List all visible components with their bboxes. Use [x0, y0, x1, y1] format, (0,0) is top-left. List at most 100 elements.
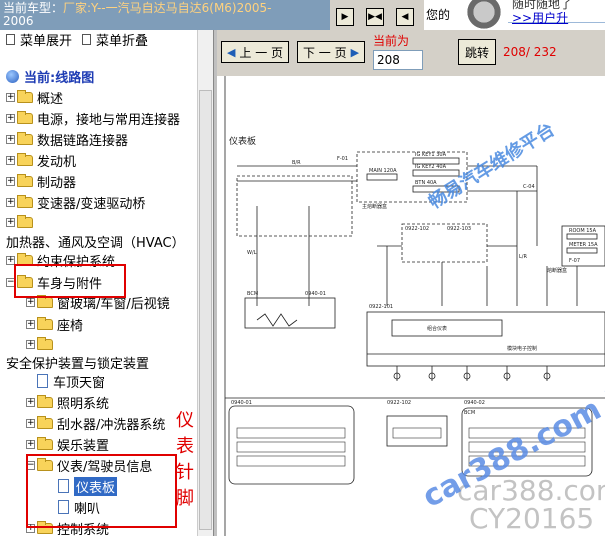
highlight-box-body: [14, 264, 126, 298]
expand-icon[interactable]: +: [26, 439, 35, 449]
document-icon: [37, 374, 48, 388]
tree-item[interactable]: + 变速器/变速驱动桥: [6, 193, 146, 212]
title-prefix: 当前车型：: [3, 1, 64, 15]
prev-arrow-button[interactable]: ◀: [396, 8, 414, 26]
tree-item[interactable]: + 发动机: [6, 151, 77, 170]
label: C-04: [523, 184, 535, 190]
title-model: 厂家:Y--一汽马自达马自达6(M6)2005-: [63, 1, 272, 15]
current-page-input[interactable]: [373, 50, 423, 70]
top-header: 当前车型：厂家:Y--一汽马自达马自达6(M6)2005- 2006 ▶ ▶◀ …: [0, 0, 605, 30]
expand-icon[interactable]: +: [6, 113, 15, 123]
current-page-label: 当前为: [373, 34, 410, 48]
vehicle-title: 当前车型：厂家:Y--一汽马自达马自达6(M6)2005- 2006: [0, 0, 330, 30]
annotation-text: 仪表针脚: [176, 410, 194, 509]
logo-area: 您的 随时随地了 >>用户升: [424, 0, 605, 30]
tree-item-label: 车顶天窗: [53, 375, 106, 391]
tree-item[interactable]: + 概述: [6, 88, 63, 107]
folder-icon: [37, 415, 53, 429]
fuse-meter: [566, 247, 598, 254]
label: 0940-01: [305, 291, 326, 297]
next-page-button[interactable]: 下 一 页 ▶: [297, 41, 365, 63]
label: 0922-103: [447, 226, 471, 232]
page-toolbar: ◀上 一 页 下 一 页▶ 当前为 跳转 208/ 232: [217, 30, 605, 76]
tree-item[interactable]: + 娱乐装置: [26, 435, 110, 454]
tree-item[interactable]: 车顶天窗: [26, 372, 106, 391]
folder-icon: [17, 194, 33, 208]
label: F-01: [337, 156, 348, 162]
expand-icon[interactable]: +: [26, 418, 35, 428]
tree-item[interactable]: + 照明系统: [26, 393, 110, 412]
wiring-diagram: 仪表板 F-01 IG KEY1 30A IG KEY2 40A MAIN 12…: [217, 76, 605, 536]
prev-page-label: 上 一 页: [239, 45, 284, 60]
label: L/R: [519, 254, 527, 260]
collapse-all-label: 菜单折叠: [96, 33, 149, 49]
tree-item[interactable]: + 刮水器/冲洗器系统: [26, 414, 166, 433]
left-arrow-icon: ◀: [226, 45, 236, 59]
tree-root[interactable]: 当前:线路图: [6, 67, 94, 86]
tree-item-label: 娱乐装置: [57, 438, 110, 454]
expand-all-control[interactable]: 菜单展开: [6, 30, 73, 49]
expand-arrows-button[interactable]: ▶◀: [366, 8, 384, 26]
fuse-room: [566, 233, 598, 240]
expand-all-icon: [6, 33, 15, 45]
tree-scrollbar[interactable]: [197, 30, 213, 536]
label: 熔断器盒: [547, 267, 567, 274]
label: 0922-102: [405, 226, 429, 232]
folder-icon: [17, 152, 33, 166]
tree-item-label: 刮水器/冲洗器系统: [57, 417, 166, 433]
tree-item-label: 安全保护装置与锁定装置: [6, 356, 150, 372]
expand-icon[interactable]: +: [6, 217, 15, 227]
expand-icon[interactable]: +: [6, 134, 15, 144]
fuse-main: [366, 173, 398, 181]
folder-icon: [17, 110, 33, 124]
tree-item[interactable]: 安全保护装置与锁定装置: [6, 353, 150, 372]
tree-item-label: 发动机: [37, 154, 77, 170]
label: W/L: [247, 250, 257, 256]
folder-icon: [37, 316, 53, 330]
connector-0940-01: [228, 405, 355, 485]
tree-item[interactable]: +: [6, 213, 37, 231]
expand-icon[interactable]: +: [6, 197, 15, 207]
relay-box: [236, 175, 353, 237]
label: METER 15A: [569, 242, 598, 248]
expand-icon[interactable]: +: [6, 155, 15, 165]
tree-item[interactable]: +: [26, 335, 57, 353]
expand-all-label: 菜单展开: [20, 33, 73, 49]
next-page-label: 下 一 页: [302, 45, 347, 60]
expand-icon[interactable]: +: [26, 339, 35, 349]
label: 0922-102: [387, 400, 411, 406]
folder-icon: [37, 336, 53, 350]
user-upgrade-link[interactable]: >>用户升: [512, 9, 568, 26]
label: B/R: [292, 160, 301, 166]
highlight-box-instruments: [26, 454, 177, 528]
next-arrow-button[interactable]: ▶: [336, 8, 354, 26]
header-cut-text: 您的: [426, 8, 451, 22]
prev-page-button[interactable]: ◀ 上 一 页: [221, 41, 289, 63]
collapse-all-control[interactable]: 菜单折叠: [82, 30, 149, 49]
bcm-box: [244, 297, 336, 329]
label: BCM: [464, 410, 475, 416]
scroll-thumb[interactable]: [199, 90, 212, 530]
collapse-all-icon: [82, 33, 91, 45]
expand-icon[interactable]: +: [26, 297, 35, 307]
label: 组合仪表: [427, 325, 447, 332]
expand-icon[interactable]: +: [6, 176, 15, 186]
tree-item-label: 照明系统: [57, 396, 110, 412]
tree-item[interactable]: + 制动器: [6, 172, 76, 191]
title-continuation: 2006: [3, 14, 34, 28]
expand-icon[interactable]: +: [26, 319, 35, 329]
label: 模块电子控制: [507, 345, 537, 352]
tree-item-label: 变速器/变速驱动桥: [37, 196, 146, 212]
connector-0922: [386, 415, 448, 447]
folder-icon: [37, 436, 53, 450]
expand-icon[interactable]: +: [26, 397, 35, 407]
expand-icon[interactable]: +: [6, 92, 15, 102]
tree-item[interactable]: 加热器、通风及空调（HVAC）: [6, 232, 185, 251]
tree-item[interactable]: + 数据链路连接器: [6, 130, 129, 149]
menu-tree: 菜单展开 菜单折叠 当前:线路图 + 概述 + 电源，接地与常用连接器 + 数据链路连…: [0, 30, 197, 536]
tree-item[interactable]: + 电源，接地与常用连接器: [6, 109, 180, 128]
tree-item[interactable]: + 座椅: [26, 315, 83, 334]
tree-item-label: 数据链路连接器: [37, 133, 129, 149]
jump-button[interactable]: 跳转: [458, 39, 496, 65]
pin-row: [392, 427, 442, 439]
